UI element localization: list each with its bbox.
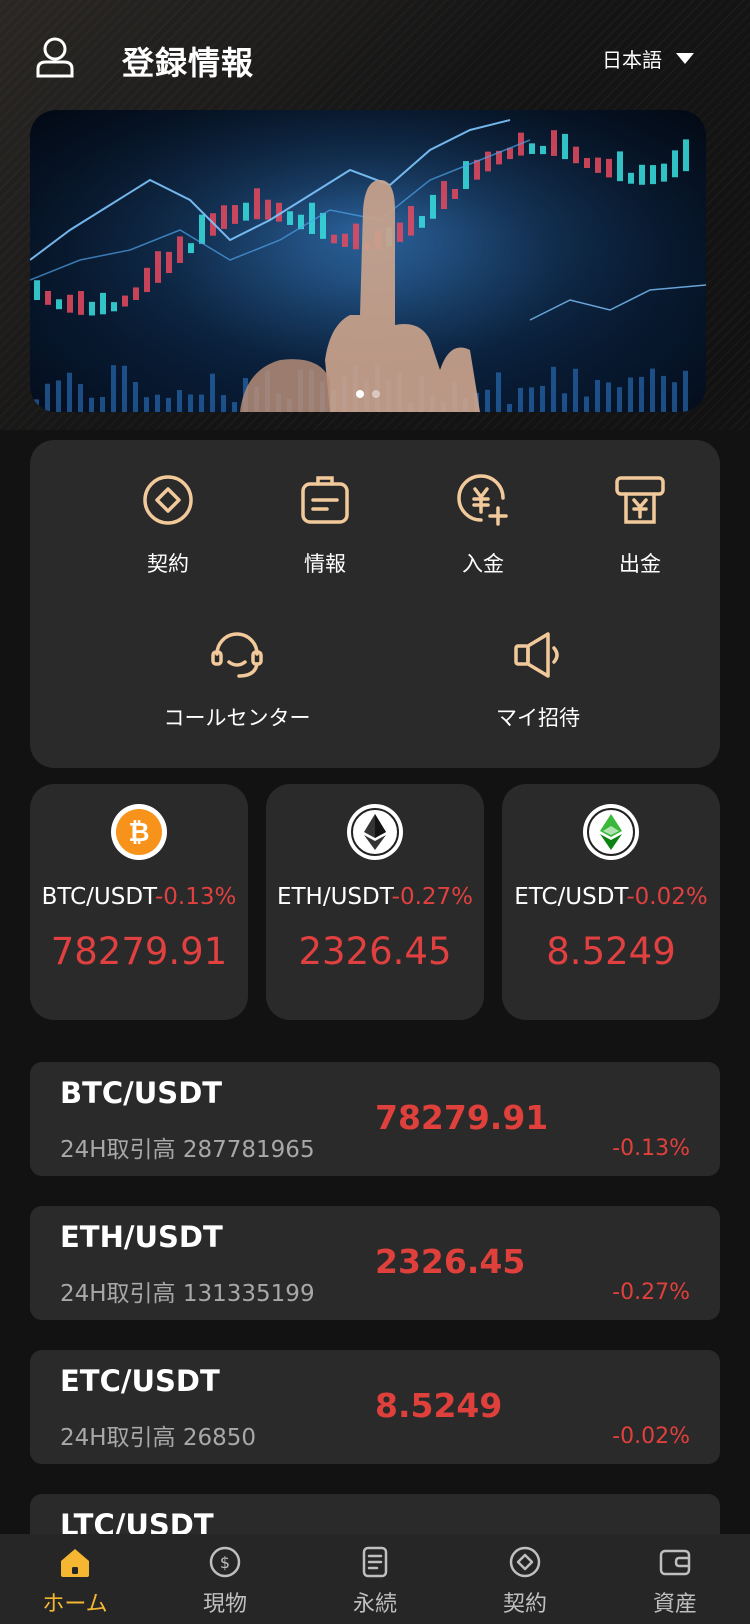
coin-change: -0.02% [626,884,708,910]
market-change: -0.13% [612,1136,690,1161]
ethereum-icon [347,804,403,860]
menu-item-call-center[interactable]: コールセンター [127,626,347,732]
market-row-etc[interactable]: ETC/USDT 24H取引高 26850 8.5249 -0.02% [30,1350,720,1464]
home-icon [61,1549,89,1577]
coin-card-eth[interactable]: ETH/USDT-0.27% 2326.45 [266,784,484,1020]
market-change: -0.02% [612,1424,690,1449]
quick-menu: 契約 情報 入金 出金 コールセンター マイ招待 [30,440,720,768]
tab-label: 契約 [502,1592,547,1617]
coin-card-etc[interactable]: ETC/USDT-0.02% 8.5249 [502,784,720,1020]
document-icon [362,1546,388,1578]
coin-price: 8.5249 [546,930,676,973]
menu-item-label: 情報 [304,552,346,576]
bitcoin-icon: ₿ [111,804,167,860]
tab-spot[interactable]: $ 現物 [150,1534,300,1624]
coin-pair: ETC/USDT [514,884,627,910]
menu-item-contract[interactable]: 契約 [83,472,253,578]
svg-text:₿: ₿ [128,818,149,848]
tab-assets[interactable]: 資産 [600,1534,750,1624]
market-price: 2326.45 [375,1242,526,1281]
market-volume: 24H取引高 131335199 [60,1281,315,1307]
svg-text:$: $ [220,1553,230,1572]
market-row-btc[interactable]: BTC/USDT 24H取引高 287781965 78279.91 -0.13… [30,1062,720,1176]
tab-perpetual[interactable]: 永続 [300,1534,450,1624]
coin-pair-row: ETH/USDT-0.27% [266,884,484,910]
menu-item-label: 出金 [619,552,661,576]
coin-pair-row: BTC/USDT-0.13% [30,884,248,910]
menu-item-info[interactable]: 情報 [240,472,410,578]
tab-label: ホーム [42,1592,108,1617]
top-bar: 登録情報 日本語 [0,0,750,112]
coin-price: 78279.91 [50,930,228,973]
menu-item-label: マイ招待 [496,706,580,730]
coin-change: -0.13% [155,884,237,910]
contract-diamond-icon [143,475,193,525]
coin-price: 2326.45 [298,930,452,973]
market-row-eth[interactable]: ETH/USDT 24H取引高 131335199 2326.45 -0.27% [30,1206,720,1320]
banner-pagination [30,390,706,398]
deposit-yen-icon [457,474,508,526]
market-pair: BTC/USDT [60,1076,223,1110]
market-price: 8.5249 [375,1386,503,1425]
market-pair: ETC/USDT [60,1364,220,1398]
info-card-icon [301,476,349,524]
market-volume: 24H取引高 26850 [60,1425,257,1451]
coin-pair: BTC/USDT [41,884,155,910]
language-label: 日本語 [602,48,662,72]
coin-pair: ETH/USDT [276,884,392,910]
coin-card-btc[interactable]: ₿ BTC/USDT-0.13% 78279.91 [30,784,248,1020]
menu-item-label: コールセンター [163,706,311,730]
wallet-icon [659,1549,691,1576]
market-price: 78279.91 [375,1098,549,1137]
headset-icon [211,632,263,678]
bottom-tab-bar: ホーム $ 現物 永続 契約 資産 [0,1534,750,1624]
tab-label: 永続 [352,1592,397,1617]
megaphone-icon [514,632,559,678]
banner-dot-active[interactable] [356,390,364,398]
promo-banner[interactable] [30,110,706,412]
ethereum-classic-icon [583,804,639,860]
dollar-coin-icon: $ [209,1546,241,1578]
coin-pair-row: ETC/USDT-0.02% [502,884,720,910]
menu-item-my-invite[interactable]: マイ招待 [453,626,623,732]
menu-item-label: 契約 [147,552,189,576]
menu-item-deposit[interactable]: 入金 [398,472,568,578]
contract-diamond-icon [509,1546,541,1578]
menu-item-label: 入金 [462,552,504,576]
market-pair: ETH/USDT [60,1220,223,1254]
page-title: 登録情報 [122,44,255,82]
tab-contract[interactable]: 契約 [450,1534,600,1624]
market-change: -0.27% [612,1280,690,1305]
market-volume: 24H取引高 287781965 [60,1137,315,1163]
coin-change: -0.27% [391,884,474,910]
tab-home[interactable]: ホーム [0,1534,150,1624]
user-profile-icon[interactable] [34,36,76,78]
tab-label: 資産 [652,1592,697,1617]
menu-item-withdraw[interactable]: 出金 [555,472,725,578]
trading-chart-illustration [30,110,706,412]
caret-down-icon [676,53,694,64]
tab-label: 現物 [202,1592,247,1617]
withdraw-yen-icon [615,476,665,524]
language-selector[interactable]: 日本語 [602,44,694,73]
banner-dot[interactable] [372,390,380,398]
